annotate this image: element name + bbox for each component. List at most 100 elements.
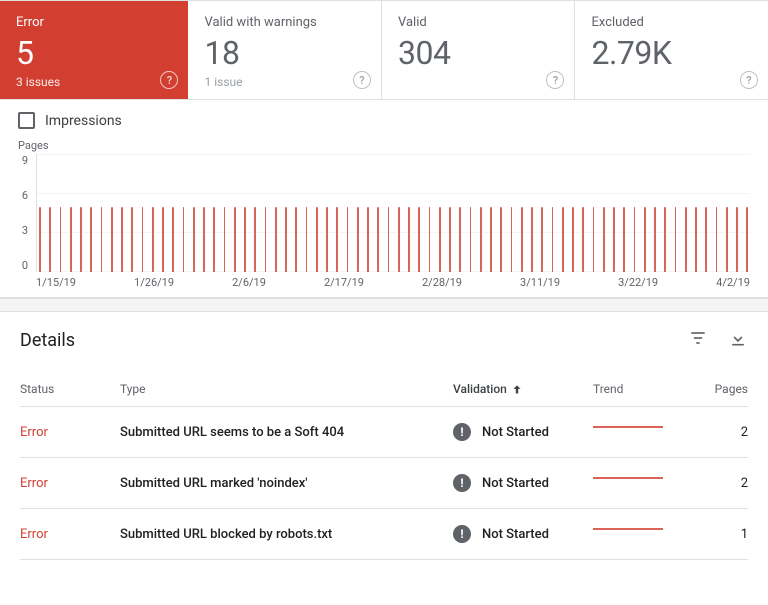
chart-bar	[224, 207, 226, 273]
chart-bar	[213, 207, 215, 273]
download-icon[interactable]	[728, 328, 748, 352]
help-icon[interactable]: ?	[740, 71, 758, 89]
exclamation-icon: !	[453, 423, 471, 441]
help-icon[interactable]: ?	[546, 71, 564, 89]
row-validation: !Not Started	[453, 474, 593, 492]
section-divider	[0, 298, 768, 312]
card-value: 5	[16, 36, 168, 71]
details-section: Details Status Type Validation Trend Pag…	[0, 312, 768, 560]
chart-bar	[244, 207, 246, 273]
chart-bar	[131, 207, 133, 273]
chart-plot	[36, 154, 750, 272]
trend-sparkline	[593, 426, 663, 428]
card-valid[interactable]: Valid 304 ?	[382, 1, 576, 99]
chart-bar	[121, 207, 123, 273]
card-value: 304	[398, 36, 559, 71]
trend-sparkline	[593, 528, 663, 530]
chart-bar	[439, 207, 441, 273]
chart-bar	[521, 207, 523, 273]
chart-bar	[90, 207, 92, 273]
impressions-toggle[interactable]: Impressions	[18, 112, 750, 129]
card-warnings[interactable]: Valid with warnings 18 1 issue ?	[188, 1, 382, 99]
chart-bar	[552, 207, 554, 273]
row-status: Error	[20, 425, 120, 440]
table-body: ErrorSubmitted URL seems to be a Soft 40…	[20, 407, 748, 560]
impressions-label: Impressions	[45, 113, 122, 129]
chart-bar	[623, 207, 625, 273]
chart-bar	[736, 207, 738, 273]
chart-bar	[254, 207, 256, 273]
chart-bar	[490, 207, 492, 273]
summary-cards: Error 5 3 issues ? Valid with warnings 1…	[0, 0, 768, 100]
col-pages[interactable]: Pages	[703, 382, 748, 396]
row-type: Submitted URL blocked by robots.txt	[120, 527, 453, 542]
chart-bar	[746, 207, 748, 273]
chart-bar	[511, 207, 513, 273]
chart-bar	[152, 207, 154, 273]
checkbox-icon	[18, 112, 35, 129]
chart-bar	[306, 207, 308, 273]
chart-bar	[541, 207, 543, 273]
chart-bar	[705, 207, 707, 273]
chart-bar	[675, 207, 677, 273]
chart-bar	[326, 207, 328, 273]
chart-bar	[418, 207, 420, 273]
row-pages: 2	[703, 476, 748, 491]
col-validation[interactable]: Validation	[453, 382, 593, 396]
chart-bar	[582, 207, 584, 273]
chart-bar	[654, 207, 656, 273]
chart-bar	[142, 207, 144, 273]
chart-bar	[613, 207, 615, 273]
card-value: 18	[204, 36, 365, 71]
chart-bar	[572, 207, 574, 273]
chart-bar	[39, 207, 41, 273]
chart-bar	[295, 207, 297, 273]
chart-bar	[60, 207, 62, 273]
trend-sparkline	[593, 477, 663, 479]
help-icon[interactable]: ?	[160, 71, 178, 89]
chart-section: Impressions Pages 9 6 3 0 1/15/191/26/19…	[0, 100, 768, 298]
card-label: Error	[16, 15, 168, 30]
table-row[interactable]: ErrorSubmitted URL blocked by robots.txt…	[20, 509, 748, 560]
chart-bar	[316, 207, 318, 273]
table-row[interactable]: ErrorSubmitted URL marked 'noindex'!Not …	[20, 458, 748, 509]
table-header: Status Type Validation Trend Pages	[20, 372, 748, 407]
chart-bar	[531, 207, 533, 273]
table-row[interactable]: ErrorSubmitted URL seems to be a Soft 40…	[20, 407, 748, 458]
chart-bars	[37, 154, 750, 272]
chart-bar	[162, 207, 164, 273]
card-label: Excluded	[591, 15, 752, 30]
chart-bar	[398, 207, 400, 273]
chart-bar	[234, 207, 236, 273]
row-status: Error	[20, 476, 120, 491]
chart-bar	[101, 207, 103, 273]
help-icon[interactable]: ?	[353, 71, 371, 89]
col-type[interactable]: Type	[120, 382, 453, 396]
card-excluded[interactable]: Excluded 2.79K ?	[575, 1, 768, 99]
y-axis-label: Pages	[18, 139, 750, 152]
chart-bar	[562, 207, 564, 273]
chart-bar	[172, 207, 174, 273]
chart-bar	[347, 207, 349, 273]
card-error[interactable]: Error 5 3 issues ?	[0, 1, 188, 99]
filter-icon[interactable]	[688, 328, 708, 352]
row-status: Error	[20, 527, 120, 542]
col-status[interactable]: Status	[20, 382, 120, 396]
chart-bar	[695, 207, 697, 273]
chart-bar	[275, 207, 277, 273]
y-axis: 9 6 3 0	[18, 154, 36, 272]
col-trend[interactable]: Trend	[593, 382, 703, 396]
chart-bar	[429, 207, 431, 273]
chart-bar	[634, 207, 636, 273]
chart-bar	[70, 207, 72, 273]
chart-bar	[500, 207, 502, 273]
row-validation: !Not Started	[453, 423, 593, 441]
chart-bar	[336, 207, 338, 273]
chart-bar	[664, 207, 666, 273]
row-type: Submitted URL seems to be a Soft 404	[120, 425, 453, 440]
chart-bar	[111, 207, 113, 273]
chart-bar	[285, 207, 287, 273]
chart-bar	[593, 207, 595, 273]
x-axis: 1/15/191/26/192/6/192/17/192/28/193/11/1…	[18, 272, 750, 289]
chart-bar	[470, 207, 472, 273]
